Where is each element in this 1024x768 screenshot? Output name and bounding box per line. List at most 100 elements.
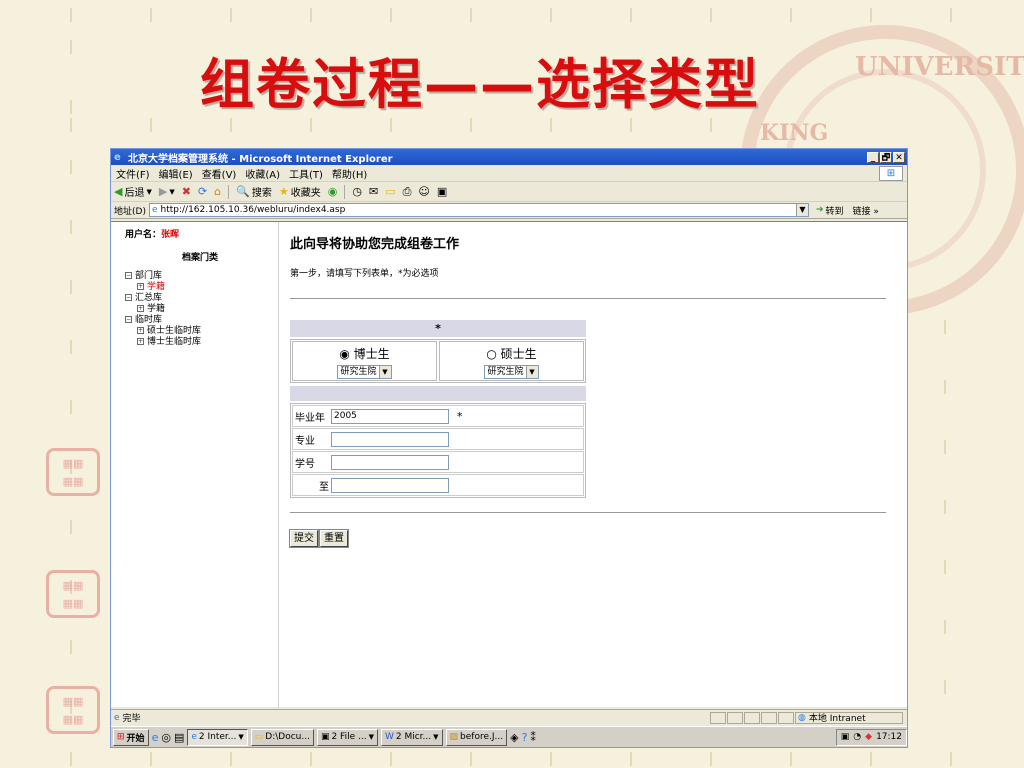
windows-logo-icon: ⊞ <box>879 166 903 181</box>
mail-icon[interactable]: ✉ <box>369 185 378 198</box>
window-titlebar[interactable]: e 北京大学档案管理系统 - Microsoft Internet Explor… <box>111 149 907 165</box>
tree-item-doctor-temp[interactable]: + 博士生临时库 <box>125 337 278 348</box>
network-icon[interactable]: ▣ <box>841 732 850 742</box>
radio-doctor[interactable]: ◉ 博士生 <box>293 345 436 362</box>
media-icon[interactable]: ◉ <box>328 185 338 198</box>
field-row-to: 至 <box>292 474 584 496</box>
field-row-student-id: 学号 <box>292 451 584 473</box>
taskbar: ⊞ 开始 e ◎ ▤ e 2 Inter... ▼ ▭ D:\Docu... ▣… <box>111 726 907 747</box>
tree-expand-icon[interactable]: + <box>137 305 144 312</box>
chevron-down-icon: ▼ <box>433 733 439 741</box>
slide-dash-top <box>0 8 1024 22</box>
tree-item-master-temp[interactable]: + 硕士生临时库 <box>125 326 278 337</box>
antivirus-icon[interactable]: ◆ <box>865 732 872 742</box>
discuss-icon[interactable]: ▣ <box>437 185 447 198</box>
type-selection: ◉ 博士生 研究生院 ▼ ○ 硕士生 研究生院 ▼ <box>290 339 586 383</box>
close-button[interactable]: ✕ <box>893 151 905 163</box>
task-word[interactable]: W 2 Micr... ▼ <box>380 728 443 746</box>
reset-button[interactable]: 重置 <box>319 529 349 548</box>
quicklaunch-desktop-icon[interactable]: ▤ <box>174 731 184 744</box>
grad-year-input[interactable]: 2005 <box>331 408 449 424</box>
tree-item-temporary[interactable]: − 临时库 <box>125 315 278 326</box>
menu-tools[interactable]: 工具(T) <box>289 166 323 181</box>
chevron-down-icon: ▼ <box>169 187 175 196</box>
radio-master[interactable]: ○ 硕士生 <box>440 345 583 362</box>
form-header-row: * <box>290 320 586 337</box>
student-id-label: 学号 <box>295 458 315 470</box>
start-button[interactable]: ⊞ 开始 <box>113 728 149 746</box>
menu-help[interactable]: 帮助(H) <box>332 166 367 181</box>
search-button[interactable]: 🔍 搜索 <box>236 184 272 199</box>
student-id-to-input[interactable] <box>331 477 449 493</box>
radio-checked-icon[interactable]: ◉ <box>339 347 349 361</box>
menu-edit[interactable]: 编辑(E) <box>159 166 193 181</box>
department-select-doctor[interactable]: 研究生院 ▼ <box>337 365 392 379</box>
minimize-button[interactable]: _ <box>867 151 879 163</box>
tree-collapse-icon[interactable]: − <box>125 294 132 301</box>
address-url: http://162.105.10.36/webluru/index4.asp <box>160 205 346 215</box>
page-done-icon: e <box>114 712 120 723</box>
menu-view[interactable]: 查看(V) <box>202 166 237 181</box>
divider <box>290 298 886 299</box>
slide-dash-left <box>70 0 82 768</box>
ie-logo-icon: e <box>114 151 121 163</box>
stop-icon[interactable]: ✖ <box>182 185 191 198</box>
tree-collapse-icon[interactable]: − <box>125 272 132 279</box>
windows-logo-icon: ⊞ <box>117 732 125 742</box>
left-frame: 用户名：张晖 档案门类 − 部门库 + 学籍 − 汇总库 + 学籍 − 临时库 + 硕士生临… <box>111 222 279 708</box>
status-text: 完毕 <box>122 714 141 724</box>
chevron-down-icon[interactable]: ▼ <box>795 204 808 216</box>
tree-expand-icon[interactable]: + <box>137 338 144 345</box>
maximize-button[interactable]: 🗗 <box>880 151 892 163</box>
submit-button[interactable]: 提交 <box>289 529 319 548</box>
tree-title: 档案门类 <box>181 253 218 263</box>
favorites-button[interactable]: ★ 收藏夹 <box>279 184 321 199</box>
radio-unchecked-icon[interactable]: ○ <box>486 347 496 361</box>
department-select-master[interactable]: 研究生院 ▼ <box>484 365 539 379</box>
tree-expand-icon[interactable]: + <box>137 327 144 334</box>
address-input[interactable]: e http://162.105.10.36/webluru/index4.as… <box>148 203 809 217</box>
task-file[interactable]: ▣ 2 File ... ▼ <box>316 728 378 746</box>
tree-item-department[interactable]: − 部门库 <box>125 271 278 282</box>
clock: 17:12 <box>876 732 902 742</box>
folder-icon[interactable]: ▭ <box>385 185 395 198</box>
chevron-down-icon: ▼ <box>146 187 152 196</box>
tray-app-icon[interactable]: ◈ <box>510 731 518 744</box>
tree-expand-icon[interactable]: + <box>137 283 144 290</box>
tree-collapse-icon[interactable]: − <box>125 316 132 323</box>
browser-window: e 北京大学档案管理系统 - Microsoft Internet Explor… <box>110 148 908 748</box>
messenger-icon[interactable]: ☺ <box>418 185 429 198</box>
back-button[interactable]: ◀ 后退 ▼ <box>114 184 152 199</box>
wizard-title: 此向导将协助您完成组卷工作 <box>290 237 460 252</box>
print-icon[interactable]: ⎙ <box>403 185 412 199</box>
help-icon[interactable]: ? <box>522 731 528 744</box>
quicklaunch-ie-icon[interactable]: e <box>152 731 159 744</box>
menu-favorites[interactable]: 收藏(A) <box>245 166 280 181</box>
quicklaunch-outlook-icon[interactable]: ◎ <box>161 731 171 744</box>
task-image[interactable]: ▨ before.J... <box>445 728 508 746</box>
user-name: 张晖 <box>161 230 180 240</box>
tray-more-icon[interactable]: ⁑ <box>530 731 536 744</box>
links-button[interactable]: 链接 » <box>853 204 879 217</box>
wizard-form: * ◉ 博士生 研究生院 ▼ ○ 硕士生 研究生院 ▼ 毕业年 2005 * 专… <box>290 320 586 498</box>
major-input[interactable] <box>331 431 449 447</box>
history-icon[interactable]: ◷ <box>352 185 362 198</box>
student-id-input[interactable] <box>331 454 449 470</box>
forward-button[interactable]: ▶ ▼ <box>159 185 175 198</box>
tree-item-summary[interactable]: − 汇总库 <box>125 293 278 304</box>
field-row-major: 专业 <box>292 428 584 450</box>
task-ie[interactable]: e 2 Inter... ▼ <box>187 728 248 746</box>
volume-icon[interactable]: ◔ <box>853 732 861 742</box>
tree-item-department-student[interactable]: + 学籍 <box>125 282 278 293</box>
home-icon[interactable]: ⌂ <box>214 185 221 198</box>
go-button[interactable]: ➔ 转到 <box>816 204 844 217</box>
window-title: 北京大学档案管理系统 - Microsoft Internet Explorer <box>128 153 393 165</box>
menu-file[interactable]: 文件(F) <box>116 166 150 181</box>
page-icon: e <box>151 205 158 215</box>
major-label: 专业 <box>295 435 315 447</box>
refresh-icon[interactable]: ⟳ <box>198 185 207 198</box>
seal-text-side: KING <box>760 120 829 146</box>
task-explorer[interactable]: ▭ D:\Docu... <box>250 728 314 746</box>
tree-item-summary-student[interactable]: + 学籍 <box>125 304 278 315</box>
divider <box>290 512 886 513</box>
